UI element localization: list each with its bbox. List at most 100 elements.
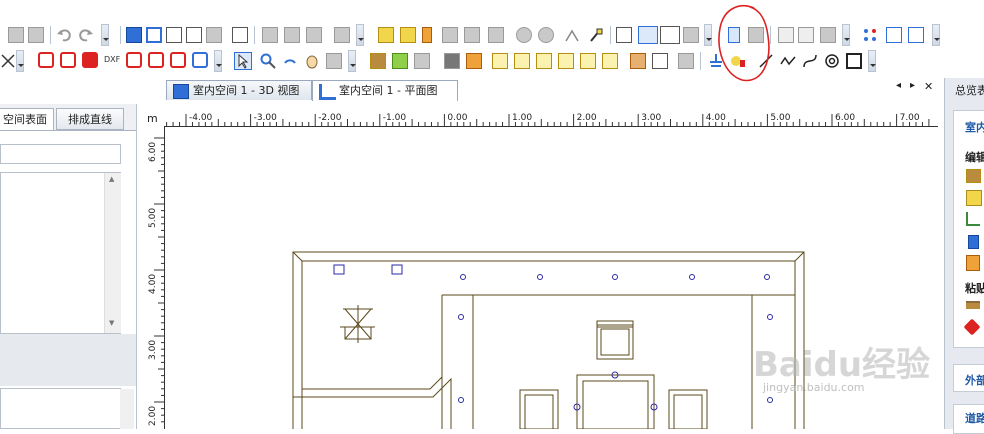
box-view-icon[interactable] — [166, 27, 182, 43]
toolbar-overflow-button[interactable] — [101, 24, 109, 46]
link-icon[interactable] — [262, 27, 278, 43]
circle-target-icon[interactable] — [516, 27, 532, 43]
floor-icon[interactable] — [966, 169, 981, 183]
help-tool-icon[interactable] — [170, 52, 186, 68]
material-icon[interactable] — [422, 27, 432, 43]
paste-icon[interactable] — [28, 27, 44, 43]
arc-wall-icon[interactable] — [126, 52, 142, 68]
tab-prev-button[interactable]: ◂ — [896, 80, 901, 91]
eraser-icon[interactable] — [464, 27, 480, 43]
zoom-icon[interactable] — [260, 53, 276, 69]
tab-3d-view[interactable]: 室内空间 1 - 3D 视图 — [166, 80, 312, 100]
toolbar-overflow-button[interactable] — [16, 50, 24, 72]
column-icon[interactable] — [968, 235, 979, 249]
select-arrow-icon[interactable] — [234, 52, 252, 70]
pan-hand-icon[interactable] — [304, 53, 320, 69]
grid-points-icon[interactable] — [862, 27, 878, 43]
toolbar-overflow-button[interactable] — [214, 50, 222, 72]
table-icon[interactable] — [966, 301, 980, 309]
dxf-import-icon[interactable]: DXF — [104, 54, 122, 70]
dimension-tool-icon[interactable] — [678, 53, 694, 69]
light-icon[interactable] — [588, 27, 604, 43]
surface-list[interactable] — [0, 172, 121, 334]
wireframe-icon[interactable] — [186, 27, 202, 43]
tab-align[interactable]: 排成直线 — [56, 108, 124, 130]
walk-icon[interactable] — [326, 53, 342, 69]
road-title[interactable]: 道路 — [965, 410, 984, 426]
dxf-export-icon[interactable] — [683, 27, 699, 43]
undo-icon[interactable] — [56, 27, 72, 43]
wall-edit-icon[interactable] — [966, 212, 980, 226]
curve-tool-icon[interactable] — [802, 53, 818, 69]
copy-icon[interactable] — [8, 27, 24, 43]
polyline-door-icon[interactable] — [580, 53, 596, 69]
horizontal-panels-icon[interactable] — [886, 27, 902, 43]
tab-close-button[interactable]: ✕ — [924, 80, 933, 93]
floor-icon[interactable] — [370, 53, 386, 69]
dxf-folder-icon[interactable] — [966, 190, 982, 206]
toolbar-overflow-button[interactable] — [348, 50, 356, 72]
toolbar-overflow-button[interactable] — [932, 24, 940, 46]
rectangle-tool-icon[interactable] — [846, 53, 862, 69]
tab-next-button[interactable]: ▸ — [910, 80, 915, 91]
zoom-window-icon[interactable] — [232, 27, 248, 43]
object-group-icon[interactable] — [400, 27, 416, 43]
stair-tool-icon[interactable] — [192, 52, 208, 68]
polyline-building-icon[interactable] — [602, 53, 618, 69]
plan-canvas[interactable]: Baidu经验 jingyan.baidu.com — [165, 127, 938, 430]
plan-view-icon[interactable] — [146, 27, 162, 43]
shape-icon[interactable] — [488, 27, 504, 43]
dimension-chain-icon[interactable] — [660, 26, 680, 44]
sphere-icon[interactable] — [538, 27, 554, 43]
polyline-tool-icon[interactable] — [780, 53, 796, 69]
corner-icon[interactable] — [652, 53, 668, 69]
exterior-section[interactable]: 外部 — [953, 364, 984, 392]
window-tool-icon[interactable] — [466, 53, 482, 69]
brush-icon[interactable] — [442, 27, 458, 43]
group-icon[interactable] — [306, 27, 322, 43]
redo-icon[interactable] — [78, 27, 94, 43]
polyline-remove-icon[interactable] — [558, 53, 574, 69]
pick-tool-icon[interactable] — [0, 53, 16, 69]
search-input[interactable] — [0, 144, 121, 164]
wall-tool-icon[interactable] — [38, 52, 54, 68]
terrain-icon[interactable] — [392, 53, 408, 69]
polyline-icon[interactable] — [492, 53, 508, 69]
tab-room-surfaces[interactable]: 空间表面 — [0, 108, 54, 130]
scroll-down-icon[interactable]: ▼ — [109, 319, 114, 327]
properties-scrollbar[interactable] — [120, 389, 134, 429]
unlink-icon[interactable] — [284, 27, 300, 43]
polyline-edit-icon[interactable] — [514, 53, 530, 69]
camera-icon[interactable] — [564, 27, 580, 43]
ceiling-icon[interactable] — [444, 53, 460, 69]
dimension-active-icon[interactable] — [638, 26, 658, 44]
exterior-title[interactable]: 外部 — [965, 372, 984, 388]
object-icon[interactable] — [378, 27, 394, 43]
dimension-icon[interactable] — [616, 27, 632, 43]
image-icon[interactable] — [630, 53, 646, 69]
circle-tool-icon[interactable] — [824, 53, 840, 69]
wrench-icon[interactable] — [334, 27, 350, 43]
toolbar-overflow-button[interactable] — [356, 24, 364, 46]
cabinet-icon[interactable] — [966, 255, 980, 271]
object-red-icon[interactable] — [963, 318, 981, 336]
roof-tool-icon[interactable] — [148, 52, 164, 68]
list-scrollbar[interactable]: ▲ ▼ — [104, 173, 121, 333]
properties-list[interactable] — [0, 388, 121, 429]
document-icon[interactable] — [778, 27, 794, 43]
slope-icon[interactable] — [414, 53, 430, 69]
interior-title[interactable]: 室内 — [965, 119, 984, 135]
polyline-add-icon[interactable] — [536, 53, 552, 69]
polygon-room-icon[interactable] — [82, 52, 98, 68]
solid-view-icon[interactable] — [206, 27, 222, 43]
tab-plan-view[interactable]: 室内空间 1 - 平面图 — [312, 80, 458, 101]
3d-view-icon[interactable] — [126, 27, 142, 43]
rotate-view-icon[interactable] — [282, 53, 298, 69]
room-tool-icon[interactable] — [60, 52, 76, 68]
toolbar-overflow-button[interactable] — [868, 50, 876, 72]
scroll-up-icon[interactable]: ▲ — [109, 175, 114, 183]
film-icon[interactable] — [820, 27, 836, 43]
vertical-panels-icon[interactable] — [908, 27, 924, 43]
road-section[interactable]: 道路 — [953, 404, 984, 434]
search-tool-icon[interactable] — [798, 27, 814, 43]
